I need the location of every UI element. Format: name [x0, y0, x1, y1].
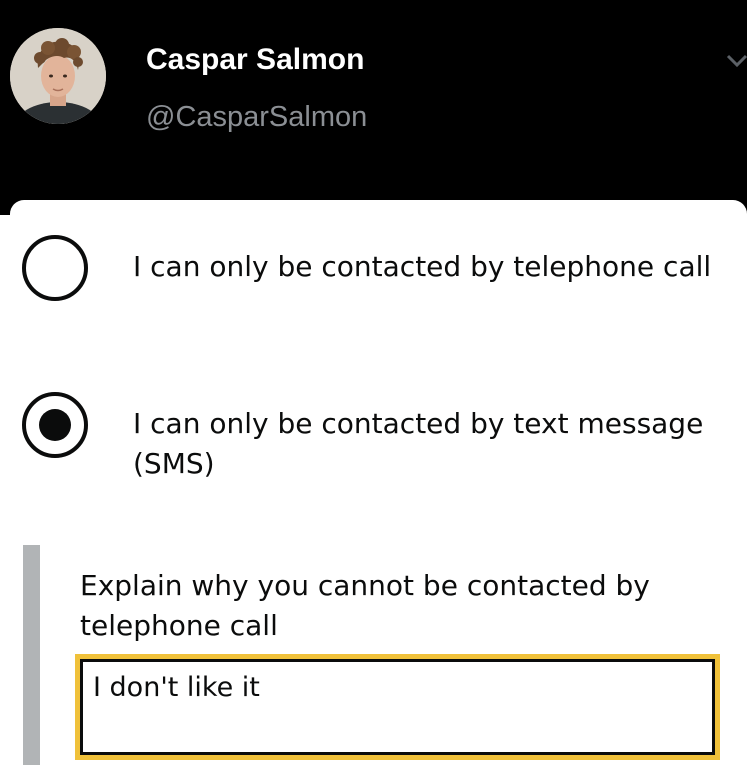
radio-selected-dot [39, 409, 71, 441]
chevron-down-icon[interactable] [726, 48, 747, 72]
tweet-header: Caspar Salmon @CasparSalmon [0, 0, 747, 215]
conditional-reveal-border [23, 545, 40, 765]
explain-textarea[interactable]: I don't like it [80, 659, 715, 755]
explain-textarea-focus-ring[interactable]: I don't like it [75, 654, 720, 760]
user-handle[interactable]: @CasparSalmon [146, 97, 367, 137]
radio-text-message[interactable] [22, 392, 88, 458]
radio-text-message-label[interactable]: I can only be contacted by text message … [133, 404, 713, 484]
avatar-photo [10, 28, 106, 124]
display-name[interactable]: Caspar Salmon [146, 40, 364, 80]
explain-field-label: Explain why you cannot be contacted by t… [80, 569, 650, 642]
radio-telephone-call[interactable] [22, 235, 88, 301]
radio-telephone-call-label[interactable]: I can only be contacted by telephone cal… [133, 247, 713, 287]
avatar[interactable] [10, 28, 106, 124]
